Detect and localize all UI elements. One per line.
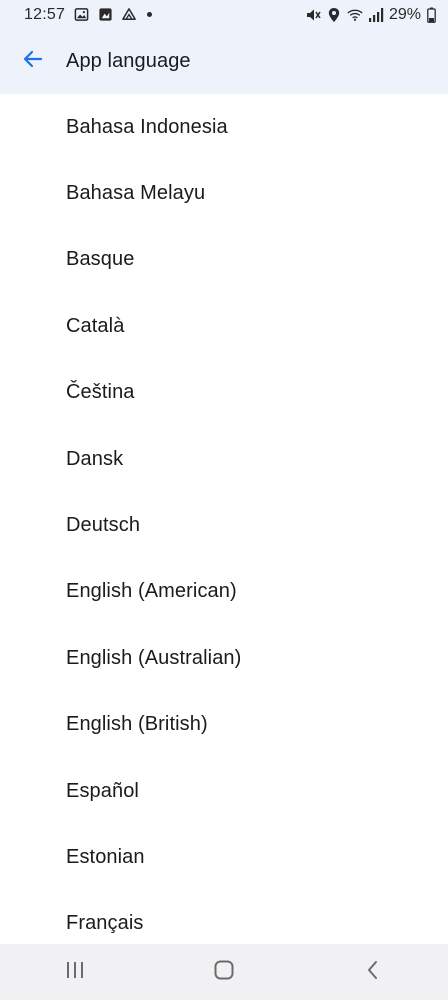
mute-icon <box>305 7 321 23</box>
arrow-left-icon <box>21 47 45 76</box>
home-icon <box>213 959 235 986</box>
status-right: 29% <box>305 6 436 24</box>
notification-dot <box>147 12 153 17</box>
recents-button[interactable] <box>35 944 115 1000</box>
language-option-estonian[interactable]: Estonian <box>0 824 448 890</box>
language-option-catala[interactable]: Català <box>0 293 448 359</box>
status-time: 12:57 <box>24 5 66 23</box>
language-option-deutsch[interactable]: Deutsch <box>0 492 448 558</box>
language-option-english-american[interactable]: English (American) <box>0 559 448 625</box>
photos-icon <box>97 7 113 23</box>
nav-back-button[interactable] <box>333 944 413 1000</box>
language-option-bahasa-melayu[interactable]: Bahasa Melayu <box>0 160 448 226</box>
battery-icon <box>426 7 436 23</box>
app-bar: App language <box>0 29 448 94</box>
language-option-francais[interactable]: Français <box>0 891 448 944</box>
location-icon <box>326 7 342 23</box>
signal-icon <box>368 7 384 23</box>
back-button[interactable] <box>0 29 66 94</box>
drive-icon <box>121 7 137 23</box>
battery-level: 29% <box>388 5 421 23</box>
language-option-bahasa-indonesia[interactable]: Bahasa Indonesia <box>0 94 448 160</box>
recents-icon <box>64 960 86 985</box>
page-title: App language <box>66 50 191 72</box>
status-left: 12:57 <box>24 5 153 24</box>
wifi-icon <box>347 7 363 23</box>
status-bar: 12:57 29% <box>0 0 448 29</box>
gallery-icon <box>73 7 89 23</box>
language-option-espanol[interactable]: Español <box>0 758 448 824</box>
language-option-basque[interactable]: Basque <box>0 227 448 293</box>
back-icon <box>365 959 381 986</box>
language-option-dansk[interactable]: Dansk <box>0 426 448 492</box>
language-option-cestina[interactable]: Čeština <box>0 360 448 426</box>
language-list: Bahasa Indonesia Bahasa Melayu Basque Ca… <box>0 94 448 944</box>
language-option-english-australian[interactable]: English (Australian) <box>0 625 448 691</box>
system-nav-bar <box>0 944 448 1000</box>
language-option-english-british[interactable]: English (British) <box>0 692 448 758</box>
home-button[interactable] <box>184 944 264 1000</box>
